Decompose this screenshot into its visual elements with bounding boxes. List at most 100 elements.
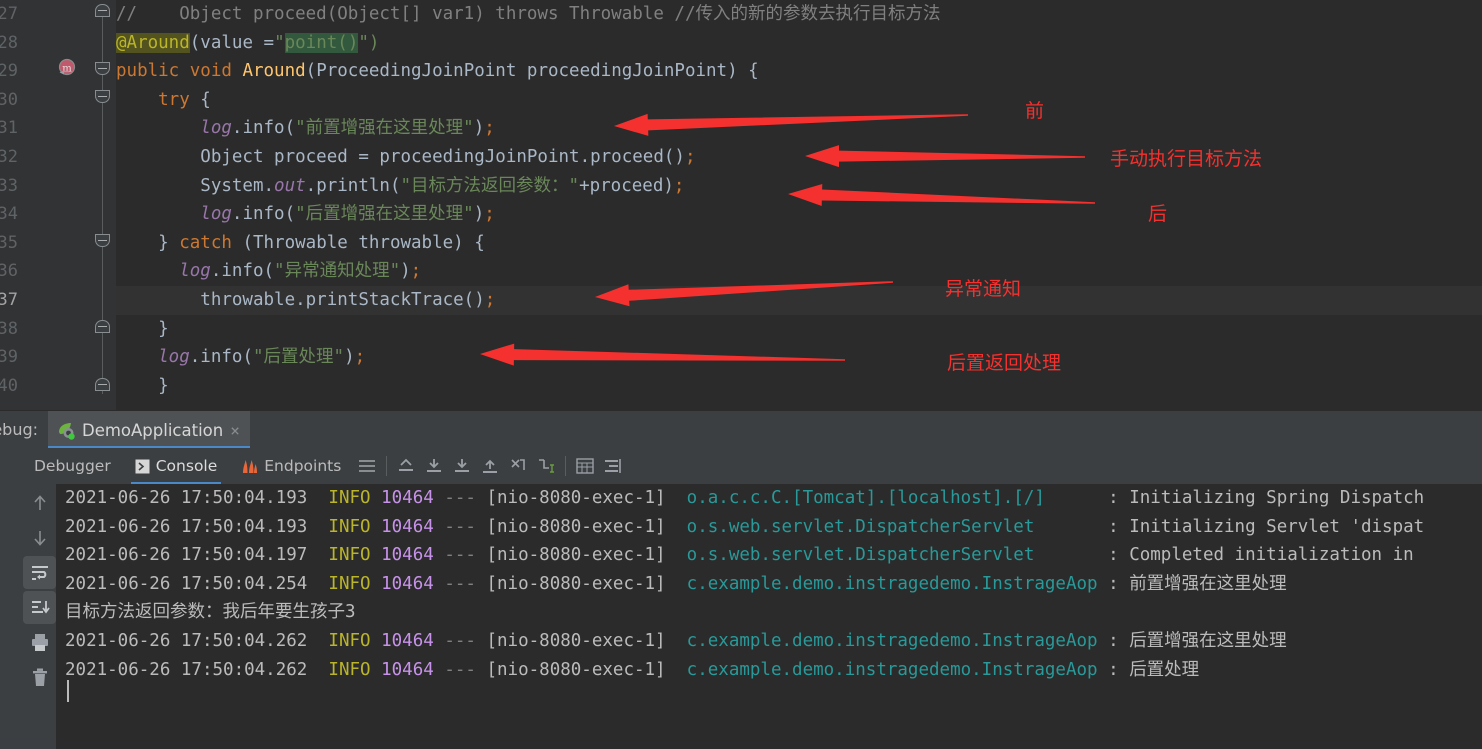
line-number: 29 <box>0 61 18 82</box>
fold-marker-expanded[interactable] <box>95 90 110 103</box>
console-line: 2021-06-26 17:50:04.197 INFO 10464 --- [… <box>65 541 1424 570</box>
code-token: "前置增强在这里处理" <box>295 118 474 139</box>
line-number: 27 <box>0 4 18 24</box>
force-step-into-icon[interactable] <box>476 453 504 479</box>
console-token: 目标方法返回参数：我后年要生孩子3 <box>65 602 356 623</box>
code-token: .info( <box>210 261 275 282</box>
code-token: .info( <box>189 347 253 368</box>
console-line: 2021-06-26 17:50:04.262 INFO 10464 --- [… <box>65 627 1287 656</box>
console-line: 2021-06-26 17:50:04.254 INFO 10464 --- [… <box>65 570 1287 599</box>
line-number: 39 <box>0 347 18 368</box>
fold-marker-collapsed[interactable] <box>95 378 110 391</box>
scroll-to-end-icon[interactable] <box>23 591 56 624</box>
soft-wrap-icon[interactable] <box>23 556 56 589</box>
scroll-down-icon[interactable] <box>23 521 56 554</box>
console-token: : <box>1097 545 1130 566</box>
scroll-up-icon[interactable] <box>23 486 56 519</box>
table-icon[interactable] <box>571 453 599 479</box>
console-token: : <box>1097 631 1130 651</box>
layout-icon[interactable] <box>353 453 381 479</box>
trash-icon[interactable] <box>23 661 56 694</box>
console-token <box>371 631 382 651</box>
code-token: ; <box>410 261 422 282</box>
fold-gutter[interactable] <box>92 0 116 410</box>
code-line[interactable]: // Object proceed(Object[] var1) throws … <box>116 0 940 29</box>
tab-console[interactable]: Console <box>123 448 230 484</box>
console-token: 2021-06-26 17:50:04.262 <box>65 659 329 680</box>
code-line[interactable]: log.info("后置增强在这里处理"); <box>116 200 495 229</box>
code-line[interactable]: public void Around(ProceedingJoinPoint p… <box>116 57 759 86</box>
code-token: ) <box>473 118 485 139</box>
console-token: 10464 <box>381 516 434 537</box>
run-tab-demoapplication[interactable]: DemoApplication × <box>48 411 250 449</box>
line-number: 30 <box>0 89 18 110</box>
debug-toolbar[interactable]: Debugger Console Endpoints <box>0 448 1482 484</box>
code-token: point() <box>284 32 359 53</box>
console-token: c.example.demo.instragedemo.InstrageAop <box>686 573 1098 594</box>
code-line[interactable]: @Around(value ="point()") <box>116 29 379 58</box>
code-token: } <box>116 232 180 253</box>
line-number: 34 <box>0 204 18 225</box>
code-line[interactable]: throwable.printStackTrace(); <box>116 286 495 315</box>
console-line: 目标方法返回参数：我后年要生孩子3 <box>65 598 356 627</box>
code-token: "后置增强在这里处理" <box>295 204 474 225</box>
tab-endpoints[interactable]: Endpoints <box>229 448 353 484</box>
code-token: ; <box>684 147 696 167</box>
code-line[interactable]: } <box>116 315 169 344</box>
console-side-toolbar[interactable] <box>22 484 57 749</box>
code-token: ) <box>400 261 411 282</box>
code-token: ; <box>484 290 496 310</box>
console-token: INFO <box>328 516 371 537</box>
console-output[interactable]: 2021-06-26 17:50:04.193 INFO 10464 --- [… <box>57 484 1482 749</box>
fold-marker-expanded[interactable] <box>95 234 110 247</box>
icon-gutter[interactable]: m <box>22 0 92 410</box>
code-token: public void <box>116 61 243 82</box>
code-line[interactable]: try { <box>116 86 211 115</box>
code-text-area[interactable]: // Object proceed(Object[] var1) throws … <box>116 0 1482 410</box>
console-token: INFO <box>328 631 371 651</box>
run-to-cursor-icon[interactable] <box>504 453 532 479</box>
console-token: : <box>1097 488 1130 508</box>
code-token: "后置处理" <box>252 347 345 368</box>
evaluate-icon[interactable] <box>532 453 560 479</box>
close-icon[interactable]: × <box>230 421 240 440</box>
code-token: .println( <box>305 175 401 196</box>
run-tab-label: DemoApplication <box>82 420 224 440</box>
code-token: (ProceedingJoinPoint proceedingJoinPoint… <box>305 61 759 82</box>
fold-marker-collapsed[interactable] <box>95 4 110 17</box>
code-token: ; <box>484 204 495 225</box>
line-number: 38 <box>0 318 18 339</box>
code-line[interactable]: } <box>116 372 169 401</box>
step-into-icon[interactable] <box>448 453 476 479</box>
toolbar-separator <box>386 456 388 476</box>
code-token: (value = <box>189 32 275 53</box>
tab-debugger[interactable]: Debugger <box>22 448 123 484</box>
console-token: 10464 <box>381 631 434 651</box>
print-icon[interactable] <box>23 626 56 659</box>
spring-boot-icon <box>59 422 75 440</box>
console-token: --- <box>433 488 487 508</box>
console-line: 2021-06-26 17:50:04.193 INFO 10464 --- [… <box>65 484 1424 513</box>
run-tab-bar-inner: Debug: DemoApplication × <box>0 411 725 449</box>
code-line[interactable]: log.info("后置处理"); <box>116 343 365 372</box>
code-line[interactable]: Object proceed = proceedingJoinPoint.pro… <box>116 143 696 172</box>
code-line[interactable]: System.out.println("目标方法返回参数："+proceed); <box>116 172 684 201</box>
fold-marker-collapsed[interactable] <box>95 320 110 333</box>
step-over-icon[interactable] <box>420 453 448 479</box>
fold-marker-expanded[interactable] <box>95 62 110 75</box>
code-editor[interactable]: 27 28 29 30 31 32 33 34 35 36 37 38 39 40 m // Object… <box>0 0 1482 410</box>
console-token: Initializing Servlet 'dispat <box>1129 516 1425 537</box>
step-out-icon[interactable] <box>392 453 420 479</box>
debug-window-label: Debug: <box>0 420 39 439</box>
console-token: 前置增强在这里处理 <box>1129 573 1287 594</box>
debug-tool-window: Debug: DemoApplication × Debugger <box>0 410 1482 749</box>
line-number: 33 <box>0 175 18 196</box>
console-left-strip <box>0 484 22 749</box>
settings-lines-icon[interactable] <box>599 453 627 479</box>
code-line[interactable]: log.info("前置增强在这里处理"); <box>116 114 495 143</box>
override-method-icon[interactable]: m <box>56 57 78 79</box>
code-line[interactable]: } catch (Throwable throwable) { <box>116 229 485 258</box>
code-line[interactable]: log.info("异常通知处理"); <box>116 257 421 286</box>
endpoints-icon <box>243 459 258 473</box>
console-line: 2021-06-26 17:50:04.193 INFO 10464 --- [… <box>65 513 1424 542</box>
